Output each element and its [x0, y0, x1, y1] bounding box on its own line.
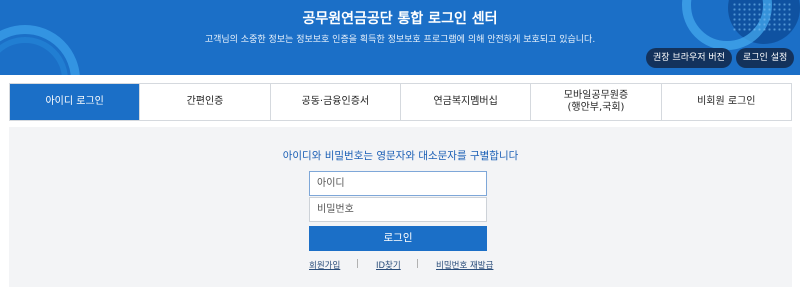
tab-certificate[interactable]: 공동·금융인증서 — [271, 84, 401, 120]
header-banner: 공무원연금공단 통합 로그인 센터 고객님의 소중한 정보는 정보보호 인증을 … — [0, 0, 800, 75]
page-subtitle: 고객님의 소중한 정보는 정보보호 인증을 획득한 정보보호 프로그램에 의해 … — [204, 35, 596, 45]
page-title: 공무원연금공단 통합 로그인 센터 — [302, 11, 498, 27]
id-input[interactable] — [309, 171, 487, 196]
account-links: 회원가입 | ID찾기 | 비밀번호 재발급 — [309, 259, 499, 273]
login-settings-button[interactable]: 로그인 설정 — [736, 48, 795, 68]
tab-simple-auth[interactable]: 간편인증 — [140, 84, 271, 120]
link-separator: | — [356, 259, 359, 269]
find-id-link[interactable]: ID찾기 — [376, 259, 401, 271]
tab-guest-login[interactable]: 비회원 로그인 — [662, 84, 791, 120]
password-input[interactable] — [309, 197, 487, 222]
login-panel: 아이디와 비밀번호는 영문자와 대소문자를 구별합니다 로그인 회원가입 | I… — [9, 127, 792, 287]
login-method-tabs: 아이디 로그인 간편인증 공동·금융인증서 연금복지멤버십 모바일공무원증 (행… — [9, 83, 792, 121]
tab-welfare-membership[interactable]: 연금복지멤버십 — [401, 84, 532, 120]
join-link[interactable]: 회원가입 — [309, 259, 340, 271]
tab-id-login[interactable]: 아이디 로그인 — [10, 84, 141, 120]
reset-password-link[interactable]: 비밀번호 재발급 — [436, 259, 493, 271]
tab-mobile-id[interactable]: 모바일공무원증 (행안부,국회) — [531, 84, 662, 120]
recommended-browser-button[interactable]: 권장 브라우저 버전 — [646, 48, 732, 68]
link-separator: | — [416, 259, 419, 269]
login-button[interactable]: 로그인 — [309, 226, 487, 251]
case-sensitivity-notice: 아이디와 비밀번호는 영문자와 대소문자를 구별합니다 — [282, 150, 519, 162]
